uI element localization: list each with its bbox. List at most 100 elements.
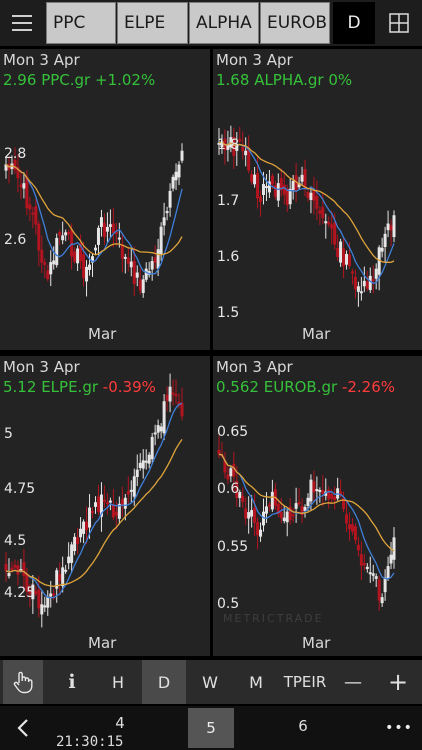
candle-body — [285, 511, 289, 523]
candle-body — [330, 494, 334, 499]
candle-body — [244, 508, 248, 519]
y-tick-label: 0.5 — [217, 596, 240, 612]
candlestick-chart-ppc — [0, 49, 210, 350]
candle-body — [105, 226, 109, 232]
candle-body — [174, 394, 178, 397]
candle-body — [174, 171, 178, 181]
chart-panel-elpe[interactable]: Mon 3 Apr 5.12 ELPE.gr -0.39% 5 4.75 4.5… — [0, 356, 210, 656]
y-tick-label: 0.6 — [217, 481, 240, 497]
grid-layout-button[interactable] — [378, 2, 420, 44]
period-w-button[interactable]: W — [188, 660, 232, 704]
page-5-button[interactable]: 5 — [188, 708, 234, 748]
panel-change: +1.02% — [95, 71, 156, 89]
candle-body — [365, 566, 369, 569]
chart-panel-eurob[interactable]: Mon 3 Apr 0.562 EUROB.gr -2.26% 0.65 0.6… — [213, 356, 422, 656]
candle-body — [359, 554, 363, 566]
candle-body — [315, 196, 319, 209]
candle-body — [250, 510, 254, 517]
candle-body — [102, 222, 106, 237]
candle-body — [306, 497, 310, 506]
candle-body — [321, 207, 325, 218]
candle-body — [324, 221, 328, 224]
candle-body — [389, 554, 393, 564]
panel-change: -0.39% — [102, 378, 156, 396]
candle-body — [49, 262, 53, 275]
candle-body — [386, 223, 390, 231]
candle-body — [141, 279, 145, 293]
candle-body — [282, 184, 286, 195]
candle-body — [226, 474, 230, 480]
chart-panel-alpha[interactable]: Mon 3 Apr 1.68 ALPHA.gr 0% 1.8 1.7 1.6 1… — [213, 49, 422, 350]
candle-body — [253, 507, 257, 523]
candle-body — [153, 432, 157, 435]
exchange-button[interactable]: TPEIR — [280, 660, 330, 704]
candle-body — [336, 247, 340, 258]
candle-body — [13, 565, 17, 568]
symbol-tab-ppc[interactable]: PPC — [46, 2, 116, 44]
period-m-button[interactable]: M — [234, 660, 278, 704]
symbol-tab-eurob[interactable]: EUROB — [260, 2, 330, 44]
pan-tool-button[interactable] — [3, 660, 43, 704]
candle-body — [380, 247, 384, 252]
candle-body — [333, 496, 337, 501]
page-4-button[interactable]: 4 — [100, 712, 140, 734]
candle-body — [380, 597, 384, 604]
candle-body — [259, 529, 263, 537]
candle-body — [350, 524, 354, 532]
panel-price: 1.68 — [216, 71, 250, 89]
candle-body — [76, 537, 80, 545]
page-6-button[interactable]: 6 — [282, 706, 324, 746]
candle-body — [108, 500, 112, 503]
candle-body — [102, 499, 106, 502]
candle-body — [333, 222, 337, 245]
chart-background — [0, 49, 210, 350]
candle-body — [7, 572, 11, 577]
panel-change: 0% — [328, 71, 353, 89]
candle-body — [135, 272, 139, 278]
x-axis-label: Mar — [88, 634, 117, 652]
x-axis-label: Mar — [302, 325, 331, 343]
candle-body — [10, 567, 14, 571]
zoom-out-button[interactable]: — — [332, 660, 374, 704]
candle-body — [162, 217, 166, 226]
zoom-in-button[interactable]: + — [377, 660, 419, 704]
menu-button[interactable] — [0, 0, 44, 46]
candle-body — [111, 504, 115, 518]
candle-body — [73, 536, 77, 552]
candle-body — [55, 237, 59, 266]
candle-body — [330, 224, 334, 229]
candle-body — [256, 522, 260, 536]
period-h-button[interactable]: H — [96, 660, 140, 704]
candle-body — [291, 180, 295, 191]
candle-body — [339, 241, 343, 263]
candle-body — [368, 572, 372, 575]
more-button[interactable]: ••• — [376, 706, 422, 750]
candle-body — [70, 544, 74, 563]
symbol-tab-elpe[interactable]: ELPE — [117, 2, 188, 44]
y-tick-label: 4.75 — [4, 481, 36, 497]
candle-body — [93, 502, 97, 507]
candle-body — [159, 226, 163, 254]
candle-body — [43, 605, 47, 608]
info-button[interactable]: i — [50, 660, 94, 704]
candle-body — [96, 227, 100, 245]
period-d-button[interactable]: D — [142, 660, 186, 704]
candle-body — [52, 593, 56, 596]
candle-body — [147, 454, 151, 464]
candle-body — [28, 204, 32, 210]
period-d-button[interactable]: D — [333, 2, 375, 44]
candle-body — [261, 184, 265, 195]
y-tick-label: 0.55 — [217, 539, 249, 555]
candle-body — [392, 215, 396, 238]
panel-date: Mon 3 Apr — [216, 51, 293, 69]
candle-body — [250, 174, 254, 183]
candle-body — [297, 502, 301, 505]
chart-panel-ppc[interactable]: Mon 3 Apr 2.96 PPC.gr +1.02% 2.8 2.6 Mar — [0, 49, 210, 350]
panel-ticker: PPC.gr — [41, 71, 91, 89]
chart-background — [0, 356, 210, 656]
back-button[interactable] — [0, 706, 46, 750]
symbol-tab-alpha[interactable]: ALPHA — [189, 2, 259, 44]
panel-price: 2.96 — [3, 71, 37, 89]
candle-body — [315, 489, 319, 492]
candle-body — [282, 517, 286, 521]
